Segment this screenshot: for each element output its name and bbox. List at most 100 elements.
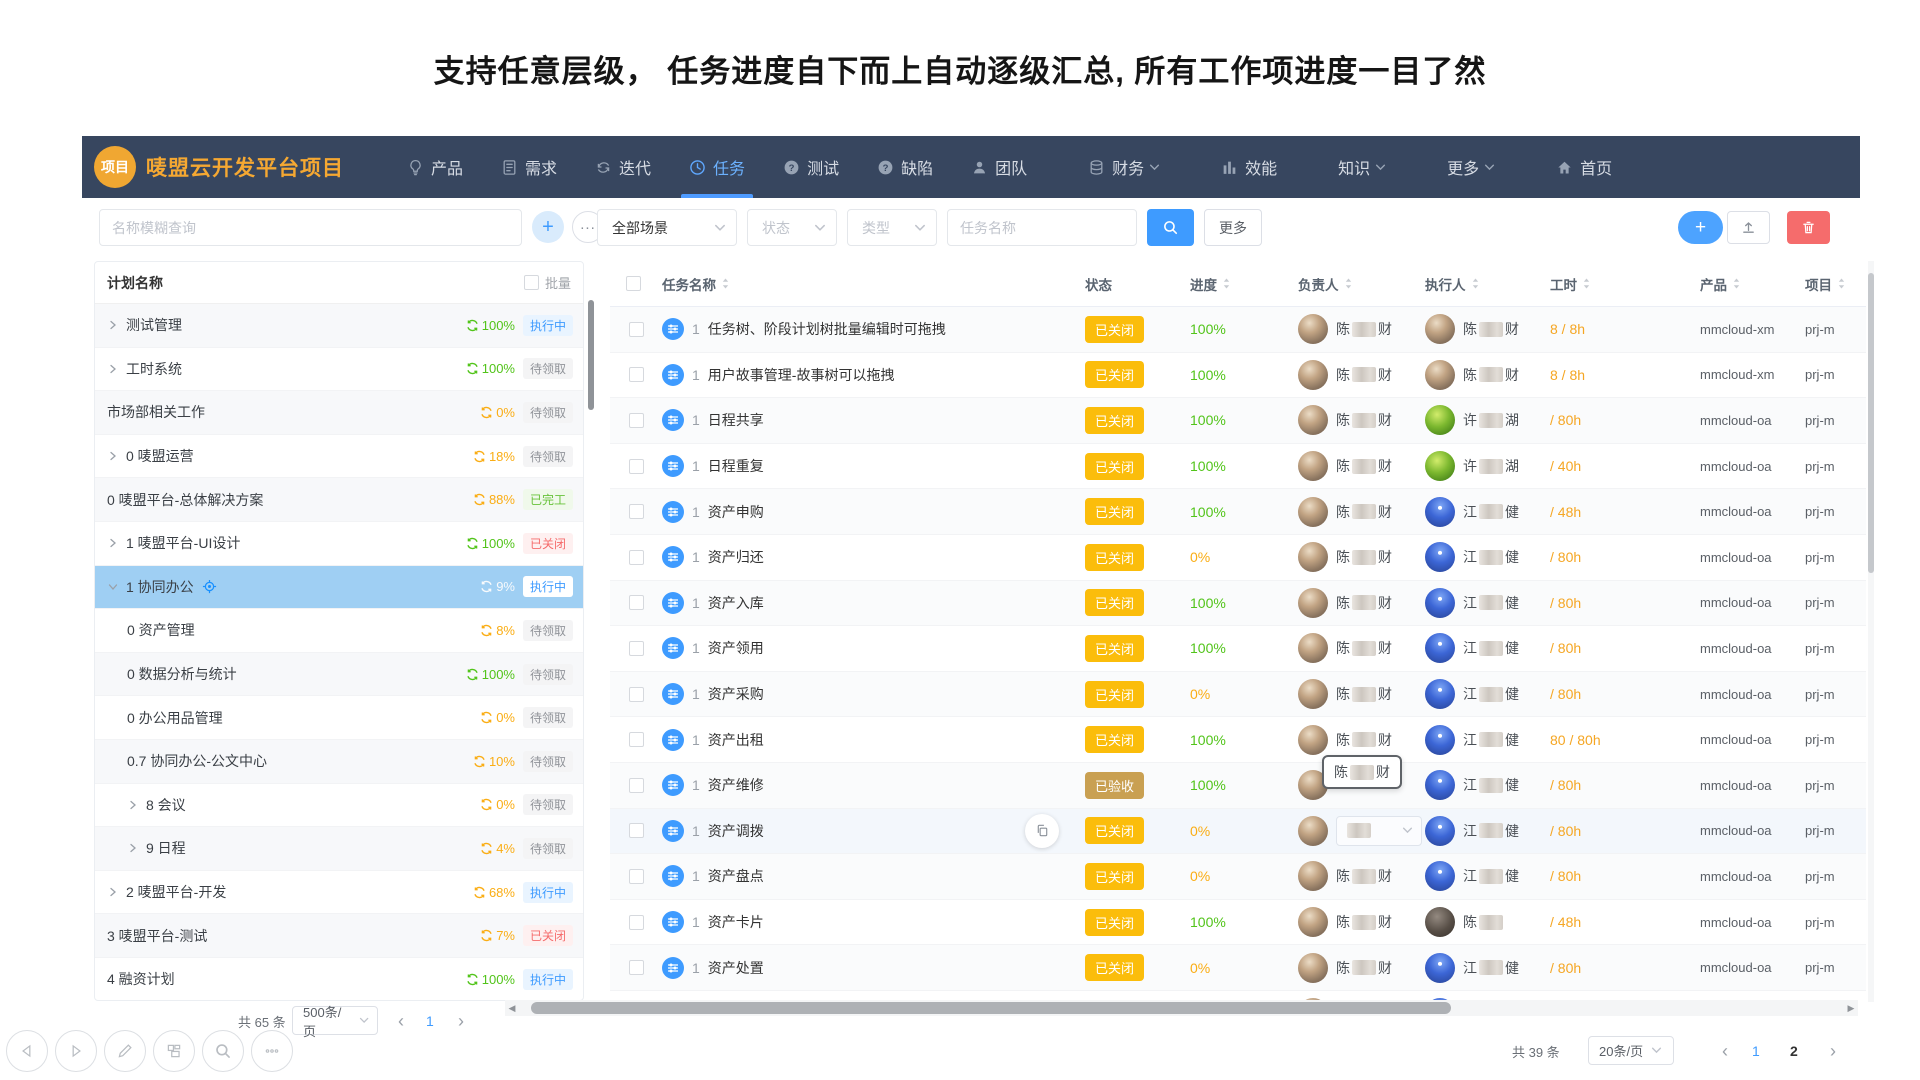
- nav-item-迭代[interactable]: 迭代: [585, 136, 661, 198]
- chevron-right-icon[interactable]: [107, 450, 119, 462]
- task-name[interactable]: 日程重复: [708, 456, 764, 476]
- plan-tree-item[interactable]: 2 唛盟平台-开发68%执行中: [95, 871, 583, 915]
- task-row[interactable]: 1 资产维修 已验收 100% 陈财 江健 / 80h mmcloud-oa p…: [610, 763, 1866, 809]
- task-name[interactable]: 资产卡片: [708, 912, 764, 932]
- column-header-工时[interactable]: 工时: [1550, 274, 1700, 294]
- scroll-left-arrow[interactable]: ◀: [505, 1000, 519, 1016]
- nav-item-财务[interactable]: 财务: [1078, 136, 1170, 198]
- sort-icon[interactable]: [1222, 277, 1231, 290]
- row-checkbox[interactable]: [629, 504, 644, 519]
- nav-item-需求[interactable]: 需求: [491, 136, 567, 198]
- task-name[interactable]: 资产采购: [708, 684, 764, 704]
- task-name[interactable]: 资产出租: [708, 730, 764, 750]
- plan-tree-item[interactable]: 0 资产管理8%待领取: [95, 609, 583, 653]
- task-name[interactable]: 资产申购: [708, 502, 764, 522]
- row-checkbox[interactable]: [629, 778, 644, 793]
- nav-item-首页[interactable]: 首页: [1546, 136, 1622, 198]
- task-name[interactable]: 任务树、阶段计划树批量编辑时可拖拽: [708, 319, 946, 339]
- chevron-right-icon[interactable]: [127, 799, 139, 811]
- nav-forward-button[interactable]: [55, 1030, 97, 1072]
- upload-button[interactable]: [1727, 211, 1770, 244]
- table-page-size-select[interactable]: 20条/页: [1588, 1036, 1674, 1065]
- nav-item-团队[interactable]: 团队: [961, 136, 1037, 198]
- task-row[interactable]: 1 资产归还 已关闭 0% 陈财 江健 / 80h mmcloud-oa prj…: [610, 535, 1866, 581]
- select-all-checkbox[interactable]: [626, 276, 641, 291]
- sort-icon[interactable]: [721, 277, 730, 290]
- table-vscroll-thumb[interactable]: [1868, 273, 1874, 573]
- nav-back-button[interactable]: [6, 1030, 48, 1072]
- plan-tree-item[interactable]: 0 办公用品管理0%待领取: [95, 696, 583, 740]
- task-row[interactable]: 1 资产申购 已关闭 100% 陈财 江健 / 48h mmcloud-oa p…: [610, 489, 1866, 535]
- sort-icon[interactable]: [1471, 277, 1480, 290]
- chevron-right-icon[interactable]: [127, 842, 139, 854]
- tree-prev-page[interactable]: ‹: [398, 1012, 404, 1030]
- column-header-项目[interactable]: 项目: [1805, 274, 1866, 294]
- scene-select[interactable]: 全部场景: [597, 209, 737, 246]
- plan-tree-item[interactable]: 9 日程4%待领取: [95, 827, 583, 871]
- sort-icon[interactable]: [1837, 277, 1846, 290]
- sort-icon[interactable]: [1344, 277, 1353, 290]
- row-checkbox[interactable]: [629, 459, 644, 474]
- copy-task-button[interactable]: [1025, 814, 1059, 848]
- task-row[interactable]: 1 资产出租 已关闭 100% 陈财 江健 80 / 80h mmcloud-o…: [610, 717, 1866, 763]
- plan-tree-item[interactable]: 8 会议0%待领取: [95, 784, 583, 828]
- task-row[interactable]: 1 资产盘点 已关闭 0% 陈财 江健 / 80h mmcloud-oa prj…: [610, 854, 1866, 900]
- task-name-input[interactable]: [947, 209, 1137, 246]
- plan-tree-item[interactable]: 3 唛盟平台-测试7%已关闭: [95, 914, 583, 958]
- delete-button[interactable]: [1787, 211, 1830, 244]
- task-name[interactable]: 资产调拨: [708, 821, 764, 841]
- zoom-button[interactable]: [202, 1030, 244, 1072]
- column-header-产品[interactable]: 产品: [1700, 274, 1805, 294]
- table-next-page[interactable]: ›: [1830, 1042, 1836, 1060]
- row-checkbox[interactable]: [629, 823, 644, 838]
- add-task-button[interactable]: +: [1678, 211, 1723, 244]
- plan-tree-item[interactable]: 市场部相关工作0%待领取: [95, 391, 583, 435]
- nav-item-效能[interactable]: 效能: [1211, 136, 1287, 198]
- locate-icon[interactable]: [202, 579, 217, 594]
- plan-tree-item[interactable]: 1 协同办公9%执行中: [95, 566, 583, 610]
- table-page-2[interactable]: 2: [1790, 1043, 1798, 1059]
- plan-add-button[interactable]: +: [532, 211, 564, 243]
- row-checkbox[interactable]: [629, 960, 644, 975]
- plan-tree-item[interactable]: 0 唛盟运营18%待领取: [95, 435, 583, 479]
- status-select[interactable]: 状态: [747, 209, 837, 246]
- column-header-负责人[interactable]: 负责人: [1298, 274, 1425, 294]
- task-name[interactable]: 日程共享: [708, 410, 764, 430]
- plan-tree-item[interactable]: 4 融资计划100%执行中: [95, 958, 583, 1001]
- tree-page-size-select[interactable]: 500条/页: [292, 1006, 378, 1035]
- more-tools-button[interactable]: [251, 1030, 293, 1072]
- filter-more-button[interactable]: 更多: [1204, 209, 1262, 246]
- task-name[interactable]: 资产盘点: [708, 866, 764, 886]
- table-prev-page[interactable]: ‹: [1722, 1042, 1728, 1060]
- task-row[interactable]: 1 日程共享 已关闭 100% 陈财 许湖 / 80h mmcloud-oa p…: [610, 398, 1866, 444]
- tree-next-page[interactable]: ›: [458, 1012, 464, 1030]
- plan-search-input[interactable]: [99, 209, 522, 246]
- plan-tree-item[interactable]: 测试管理100%执行中: [95, 304, 583, 348]
- nav-item-任务[interactable]: 任务: [679, 136, 755, 198]
- tree-page-1[interactable]: 1: [426, 1013, 434, 1029]
- task-name[interactable]: 资产维修: [708, 775, 764, 795]
- task-row[interactable]: 1 资产调拨 已关闭 0% 江健 / 80h mmcloud-oa prj-m: [610, 809, 1866, 855]
- nav-item-知识[interactable]: 知识: [1328, 136, 1396, 198]
- hscroll-thumb[interactable]: [531, 1002, 1451, 1014]
- task-row[interactable]: 1 资产入库 已关闭 100% 陈财 江健 / 80h mmcloud-oa p…: [610, 581, 1866, 627]
- table-page-1[interactable]: 1: [1752, 1043, 1760, 1059]
- chevron-right-icon[interactable]: [107, 363, 119, 375]
- sort-icon[interactable]: [1732, 277, 1741, 290]
- row-checkbox[interactable]: [629, 322, 644, 337]
- nav-item-缺陷[interactable]: ?缺陷: [867, 136, 943, 198]
- edit-button[interactable]: [104, 1030, 146, 1072]
- row-checkbox[interactable]: [629, 641, 644, 656]
- plan-tree-item[interactable]: 0 唛盟平台-总体解决方案88%已完工: [95, 478, 583, 522]
- chevron-down-icon[interactable]: [107, 581, 119, 593]
- plan-tree-item[interactable]: 0.7 协同办公-公文中心10%待领取: [95, 740, 583, 784]
- scroll-right-arrow[interactable]: ▶: [1844, 1000, 1858, 1016]
- nav-item-测试[interactable]: ?测试: [773, 136, 849, 198]
- task-row[interactable]: 1 日程重复 已关闭 100% 陈财 许湖 / 40h mmcloud-oa p…: [610, 444, 1866, 490]
- plan-tree-item[interactable]: 1 唛盟平台-UI设计100%已关闭: [95, 522, 583, 566]
- search-button[interactable]: [1147, 209, 1194, 246]
- plan-tree-item[interactable]: 工时系统100%待领取: [95, 348, 583, 392]
- batch-checkbox[interactable]: [524, 275, 539, 290]
- chevron-right-icon[interactable]: [107, 537, 119, 549]
- task-name[interactable]: 资产归还: [708, 547, 764, 567]
